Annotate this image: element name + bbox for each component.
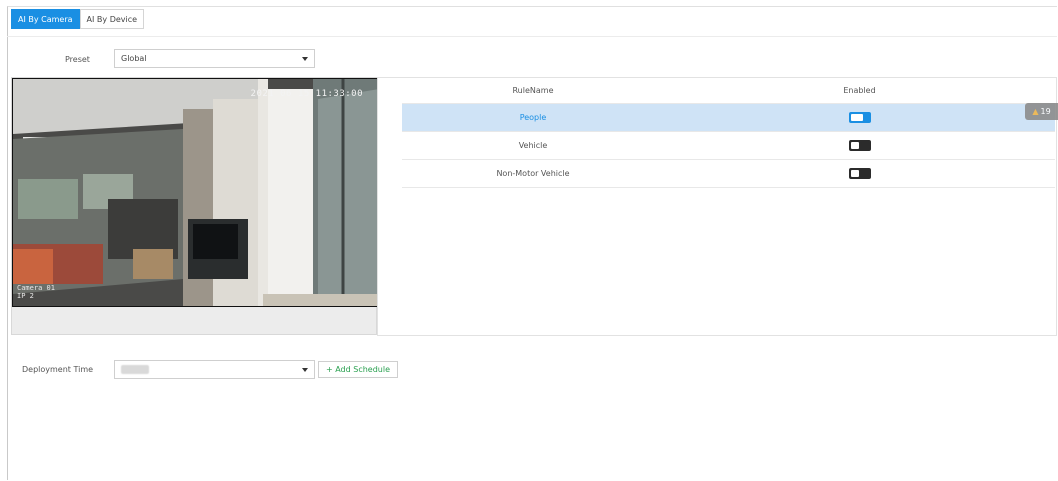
deployment-value-blurred [121,365,149,374]
video-channel-label: Camera 01 IP 2 [17,284,55,300]
rules-table: RuleName Enabled People Vehicle Non-Moto… [402,77,1055,188]
enable-toggle-vehicle[interactable] [848,140,871,151]
tab-bar: AI By Camera AI By Device [11,9,145,29]
video-timestamp: 2021 06 15 11:33:00 [250,89,363,99]
rule-name: Vehicle [518,141,548,150]
alarm-count: 19 [1040,107,1051,116]
chevron-down-icon [302,368,308,372]
alarm-badge[interactable]: ▲ 19 [1025,103,1058,120]
channel-ip: IP 2 [17,292,34,300]
table-row-people[interactable]: People [402,104,1055,132]
header-enabled: Enabled [843,85,876,95]
deployment-time-select[interactable] [114,360,315,379]
rule-name: Non-Motor Vehicle [496,169,570,178]
tab-ai-by-camera[interactable]: AI By Camera [11,9,80,29]
header-rulename: RuleName [512,85,554,95]
chevron-down-icon [302,57,308,61]
tab-divider [7,36,1057,37]
preset-value: Global [121,54,147,63]
table-header: RuleName Enabled [402,77,1055,104]
camera-scene [13,79,377,306]
tab-ai-by-device[interactable]: AI By Device [79,9,145,29]
enable-toggle-non-motor-vehicle[interactable] [848,168,871,179]
preset-label: Preset [65,55,90,64]
enable-toggle-people[interactable] [848,112,871,123]
channel-name: Camera 01 [17,284,55,292]
live-video[interactable]: 2021 06 15 11:33:00 Camera 01 IP 2 [12,78,378,307]
add-schedule-button[interactable]: + Add Schedule [318,361,398,378]
table-row-vehicle[interactable]: Vehicle [402,132,1055,160]
table-row-non-motor-vehicle[interactable]: Non-Motor Vehicle [402,160,1055,188]
preset-select[interactable]: Global [114,49,315,68]
rule-name: People [519,113,547,122]
deployment-time-label: Deployment Time [22,365,94,374]
warning-icon: ▲ [1032,107,1039,116]
